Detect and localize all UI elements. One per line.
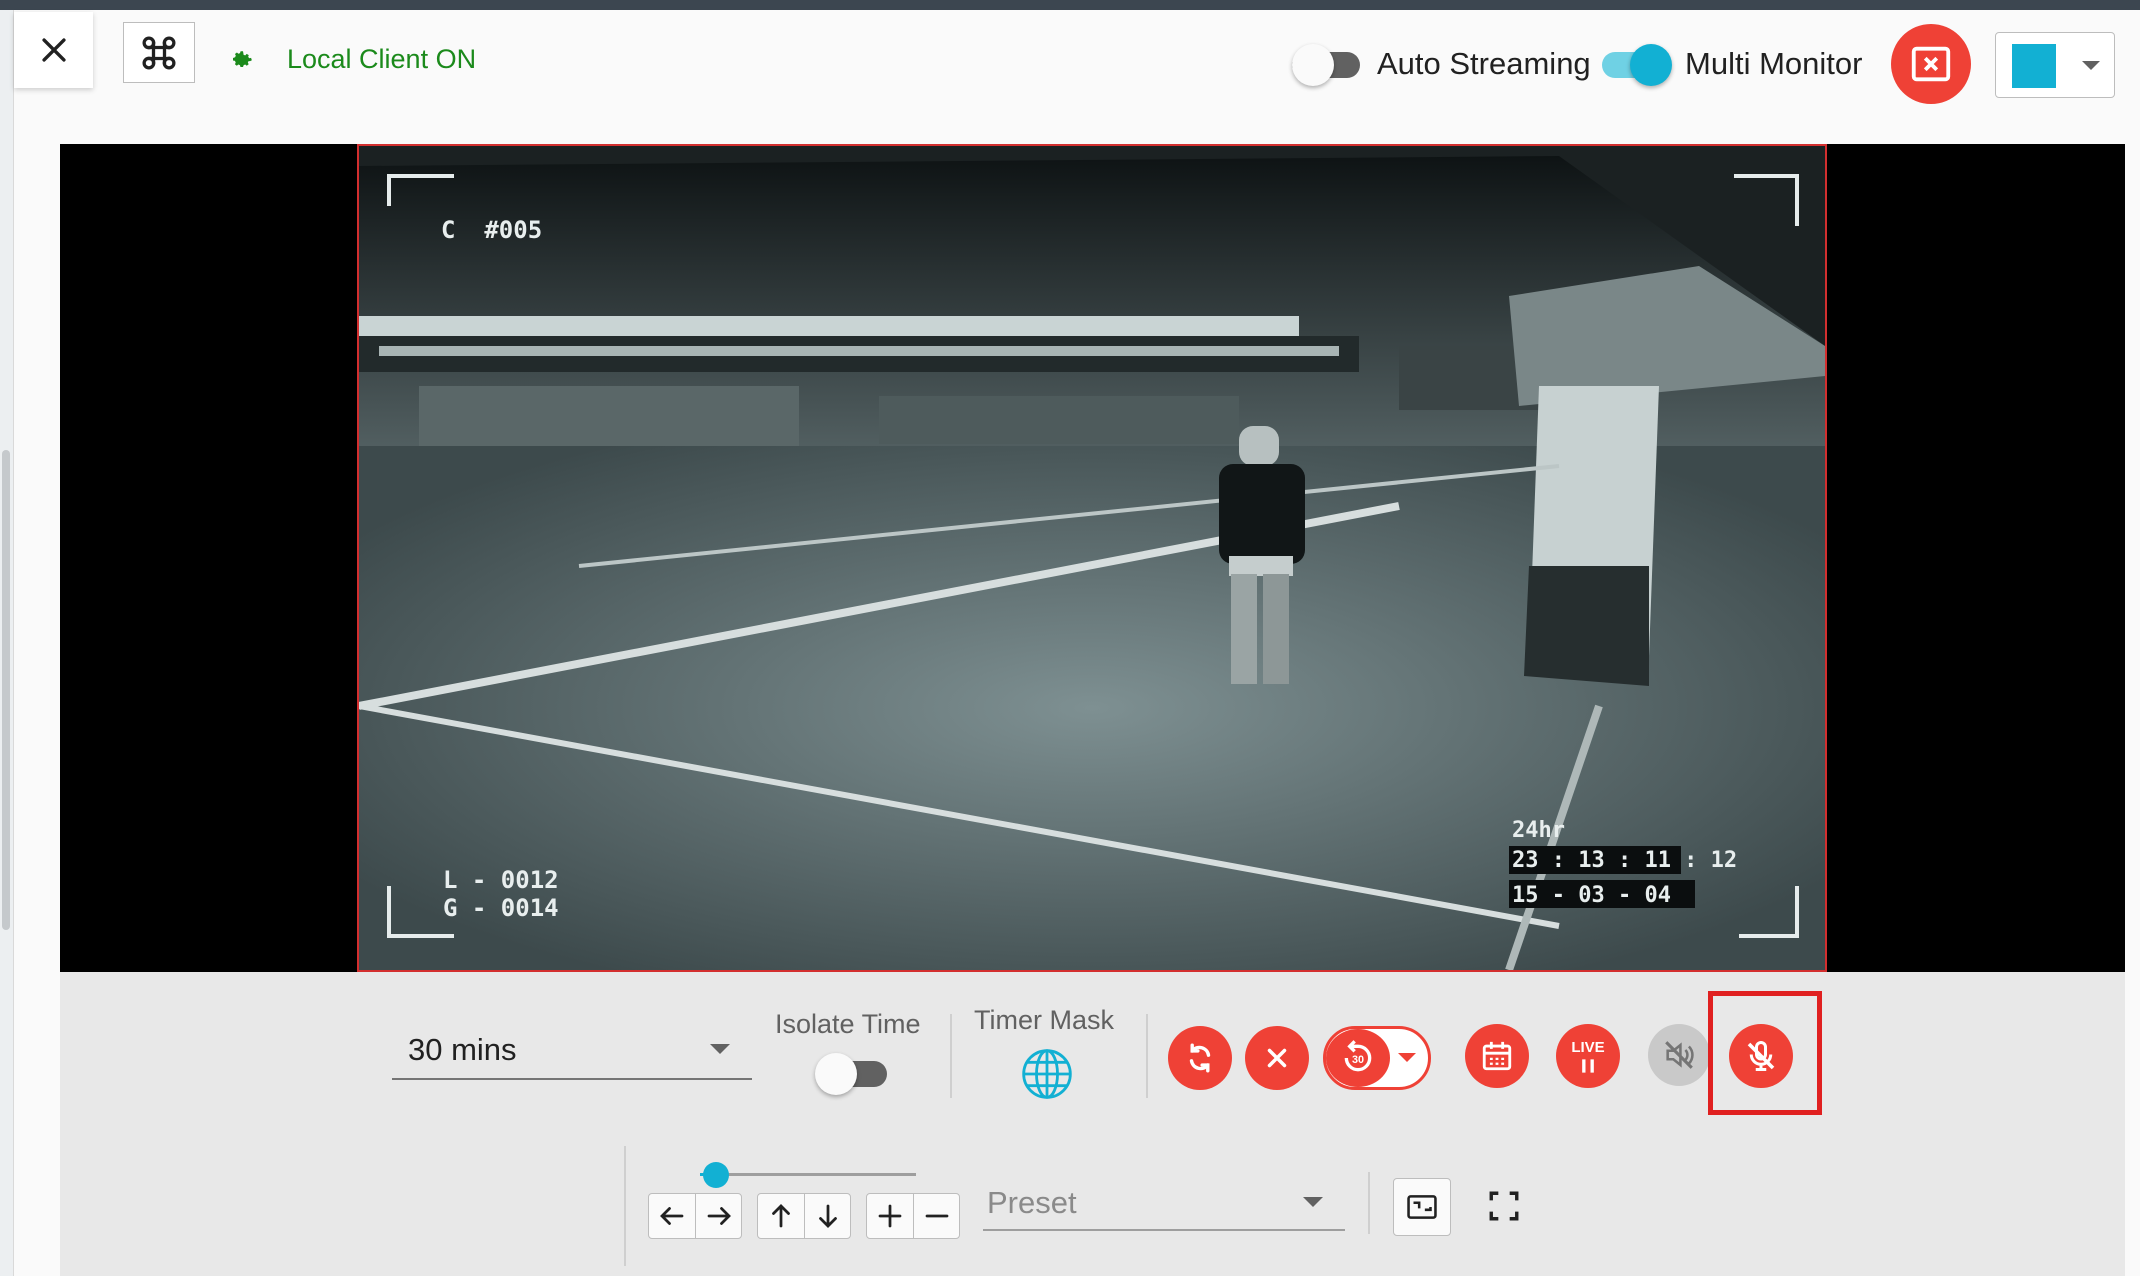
calendar-icon [1482,1041,1512,1071]
arrow-down-icon [818,1204,837,1228]
auto-streaming-label: Auto Streaming [1377,46,1591,81]
overlay-line-2: G - 0014 [443,894,559,922]
arrow-right-icon [707,1207,731,1225]
camera-feed[interactable]: C #005 L - 0012 G - 0014 24hr 23 : 13 : … [357,144,1827,972]
highlight-box [1708,991,1822,1115]
rewind-30-button[interactable]: 30 [1323,1026,1431,1090]
gear-icon [233,51,252,67]
toggle-knob [1630,44,1672,86]
chevron-down-icon [1303,1197,1323,1207]
close-box-icon [1911,46,1951,82]
left-scroll-rail [0,10,14,1276]
overlay-line-1: L - 0012 [443,866,559,894]
timestamp-overlay: 23 : 13 : 11 : 12 [1512,848,1738,873]
fullscreen-button[interactable] [1482,1184,1526,1228]
divider [950,1014,952,1098]
picture-in-picture-icon [1407,1195,1437,1219]
toggle-knob [1292,44,1334,86]
refresh-icon [1189,1043,1211,1073]
exit-fullscreen-button[interactable] [1891,24,1971,104]
divider [1146,1014,1148,1098]
color-swatch [2012,44,2056,88]
preset-select[interactable]: Preset [983,1175,1345,1231]
divider [1368,1172,1370,1234]
pan-right-button[interactable] [695,1194,741,1238]
divider [624,1146,626,1266]
zoom-in-out-group [866,1193,960,1239]
timer-mask-label: Timer Mask [974,1005,1114,1035]
chevron-down-icon [2082,61,2100,70]
svg-text:30: 30 [1352,1054,1364,1066]
tilt-up-button[interactable] [758,1194,804,1238]
arrow-up-icon [772,1204,790,1228]
speaker-mute-icon [1665,1041,1694,1069]
auto-streaming-toggle[interactable] [1292,44,1362,86]
zoom-slider-thumb[interactable] [703,1162,729,1188]
arrow-left-icon [660,1207,684,1225]
command-button[interactable] [123,22,195,83]
multi-monitor-toggle[interactable] [1602,44,1672,86]
pan-left-right-group [648,1193,742,1239]
isolate-time-toggle[interactable] [815,1053,889,1095]
refresh-button[interactable] [1168,1026,1232,1090]
date-overlay: 15 - 03 - 04 [1512,883,1671,908]
rewind-30-icon: 30 [1326,1029,1390,1087]
scrollbar-thumb[interactable] [2,450,10,930]
zoom-out-button[interactable] [913,1194,959,1238]
multi-monitor-label: Multi Monitor [1685,46,1863,81]
pause-icon [1582,1059,1594,1073]
zoom-slider-track[interactable] [700,1173,916,1176]
preset-placeholder: Preset [987,1185,1077,1220]
close-icon [41,38,66,62]
plus-icon [878,1204,902,1228]
duration-value: 30 mins [408,1032,517,1067]
duration-select[interactable]: 30 mins [392,1020,752,1080]
video-viewport: C #005 L - 0012 G - 0014 24hr 23 : 13 : … [60,144,2125,972]
speaker-mute-button[interactable] [1648,1024,1710,1086]
chevron-down-icon [710,1044,730,1054]
picture-in-picture-button[interactable] [1393,1178,1451,1236]
tilt-up-down-group [757,1193,851,1239]
calendar-button[interactable] [1465,1024,1529,1088]
zoom-in-button[interactable] [867,1194,913,1238]
minus-icon [925,1214,948,1218]
isolate-time-label: Isolate Time [775,1009,921,1039]
tilt-down-button[interactable] [804,1194,850,1238]
stop-button[interactable] [1245,1026,1309,1090]
local-client-status: Local Client ON [287,44,477,74]
pan-left-button[interactable] [649,1194,695,1238]
time-mode-overlay: 24hr [1512,818,1565,843]
window-top-strip [0,0,2140,10]
toggle-knob [815,1053,857,1095]
live-pause-button[interactable]: LIVE [1556,1024,1620,1088]
close-button[interactable] [14,12,93,88]
monitor-color-select[interactable] [1995,32,2115,98]
close-icon [1267,1048,1287,1068]
fullscreen-icon [1489,1191,1519,1221]
live-label: LIVE [1571,1039,1605,1056]
globe-icon[interactable] [1019,1046,1075,1102]
cctv-frame-image [359,146,1825,970]
chevron-down-icon [1398,1053,1416,1062]
command-icon [142,36,176,69]
camera-id-overlay: C #005 [441,216,543,244]
